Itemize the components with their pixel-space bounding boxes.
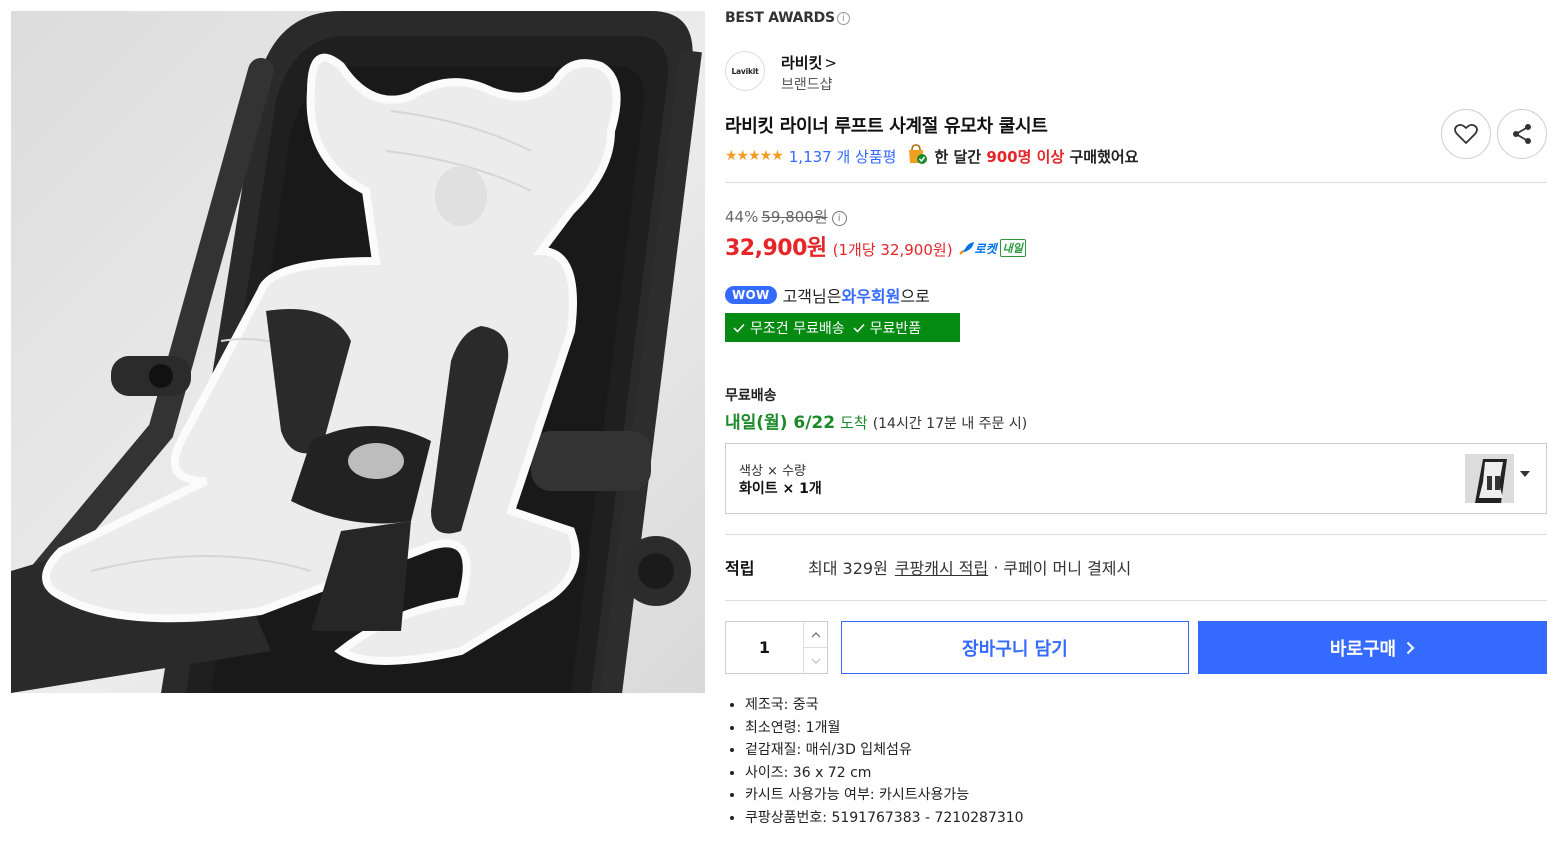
quantity-step-buttons [803,622,827,673]
heart-icon [1454,123,1478,144]
divider [725,182,1547,183]
divider [725,600,1547,601]
points-label: 적립 [725,559,755,578]
chevron-down-icon [1520,471,1530,477]
rocket-icon [958,242,974,255]
shipping-label: 무료배송 [725,388,777,404]
wow-text-suffix: 으로 [900,287,930,306]
rating-row: ★★★★★ 1,137 개 상품평 한 달간 900명 이상 구매했어요 [725,144,1138,168]
spec-item: 제조국: 중국 [745,694,1024,717]
best-awards-text: BEST AWARDS [725,10,835,26]
star-rating: ★★★★★ [725,148,784,164]
brand-name: 라비킷 [781,54,823,72]
rocket-tomorrow-badge: 내일 [999,239,1026,257]
best-awards-label[interactable]: BEST AWARDS i [725,10,850,26]
quantity-input[interactable] [726,622,803,673]
free-shipping-benefit: 무조건 무료배송 [750,320,845,337]
price-info-icon[interactable]: i [831,211,847,226]
monthly-purchase-count: 한 달간 900명 이상 구매했어요 [934,146,1138,167]
wishlist-button[interactable] [1441,109,1491,159]
order-cutoff: (14시간 17분 내 주문 시) [872,416,1028,432]
option-value: 화이트 × 1개 [739,481,822,497]
points-amount: 최대 329원 [808,559,888,578]
arrival-word: 도착 [840,414,868,432]
chevron-right-icon [1406,641,1415,654]
chevron-down-icon [811,658,820,664]
quantity-stepper [725,621,828,674]
brand-shop-link[interactable]: 라비킷 > [781,52,837,73]
checkmark-icon [733,323,745,333]
chevron-up-icon [811,631,820,637]
arrival-date: 내일(월) 6/22 [725,413,836,433]
coupang-cash-link[interactable]: 쿠팡캐시 적립 [895,555,988,579]
wow-member-highlight: 와우회원 [841,287,901,306]
quantity-increase-button[interactable] [804,622,827,647]
buy-now-button[interactable]: 바로구매 [1198,621,1547,674]
review-count-link[interactable]: 1,137 개 상품평 [789,146,897,167]
share-icon [1513,124,1531,144]
product-spec-list: 제조국: 중국 최소연령: 1개월 겉감재질: 매쉬/3D 입체섬유 사이즈: … [745,694,1024,830]
product-title: 라비킷 라이너 루프트 사계절 유모차 쿨시트 [725,116,1048,137]
wow-badge: WOW [725,286,777,304]
original-price: 59,800원 [761,208,828,226]
divider [725,534,1547,535]
original-price-row: 44% 59,800원 i [725,206,847,227]
rocket-label: 로켓 [974,241,997,256]
add-to-cart-button[interactable]: 장바구니 담기 [841,621,1189,674]
wow-membership-row: WOW 고객님은 와우회원 으로 [725,283,930,307]
arrival-estimate: 내일(월) 6/22 도착 (14시간 17분 내 주문 시) [725,408,1027,433]
quantity-decrease-button[interactable] [804,647,827,673]
current-price-row: 32,900원 (1개당 32,900원) 로켓 내일 [725,230,1026,262]
rocket-delivery-badge: 로켓 내일 [958,239,1026,257]
product-main-image[interactable] [11,11,705,693]
current-price: 32,900원 [725,236,827,261]
points-separator: · [993,557,999,577]
purchase-suffix: 구매했어요 [1064,147,1139,166]
wow-text-prefix: 고객님은 [782,287,842,306]
spec-item: 겉감재질: 매쉬/3D 입체섬유 [745,739,1024,762]
stroller-seat-photo [11,11,702,693]
points-condition: 쿠페이 머니 결제시 [1003,559,1132,578]
free-benefits-badge: 무조건 무료배송 무료반품 [725,313,960,342]
product-info-panel: BEST AWARDS i Lavikit 라비킷 > 브랜드샵 라비킷 라이너 루… [725,0,1547,844]
purchase-prefix: 한 달간 [934,147,987,166]
points-row: 적립 최대 329원 쿠팡캐시 적립 · 쿠페이 머니 결제시 [725,555,1131,579]
option-thumbnail [1465,454,1514,503]
unit-price: (1개당 32,900원) [832,241,953,259]
free-return-benefit: 무료반품 [869,320,922,337]
chevron-right-icon: > [824,54,837,72]
spec-item: 카시트 사용가능 여부: 카시트사용가능 [745,784,1024,807]
brand-logo[interactable]: Lavikit [725,51,765,91]
spec-item: 쿠팡상품번호: 5191767383 - 7210287310 [745,807,1024,830]
shopping-bag-icon [906,143,928,169]
discount-rate: 44% [725,208,759,226]
buy-now-label: 바로구매 [1329,638,1397,660]
brand-shop-label: 브랜드샵 [781,77,833,93]
spec-item: 최소연령: 1개월 [745,717,1024,740]
spec-item: 사이즈: 36 x 72 cm [745,762,1024,785]
share-button[interactable] [1497,109,1547,159]
purchase-highlight: 900명 이상 [986,147,1065,166]
option-selector[interactable]: 색상 × 수량 화이트 × 1개 [725,443,1547,514]
info-icon[interactable]: i [836,12,850,25]
option-label: 색상 × 수량 [739,464,806,479]
checkmark-icon [853,323,865,333]
brand-logo-text: Lavikit [731,66,759,76]
